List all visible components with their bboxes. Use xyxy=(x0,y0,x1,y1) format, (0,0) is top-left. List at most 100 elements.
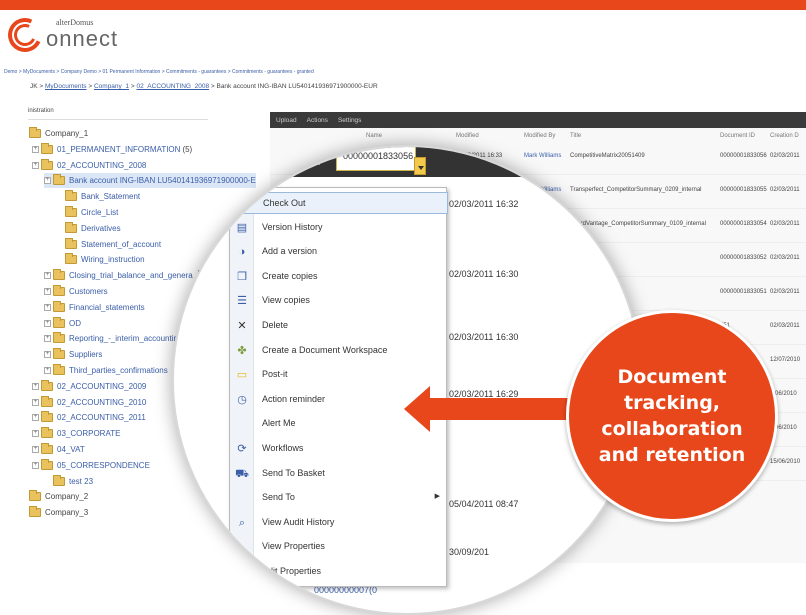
breadcrumb-accounting[interactable]: 02_ACCOUNTING_2008 xyxy=(136,83,209,90)
breadcrumb-company[interactable]: Company_1 xyxy=(94,83,129,90)
expand-icon[interactable]: + xyxy=(32,398,39,406)
tree-item[interactable]: Circle_List xyxy=(65,205,118,220)
expand-icon[interactable]: + xyxy=(44,351,51,359)
tree-item[interactable]: Company_3 xyxy=(29,505,88,520)
tree-item[interactable]: + Reporting_-_interim_accounting_ xyxy=(44,331,187,346)
menu-item-label: View Audit History xyxy=(262,516,335,527)
col-document-id[interactable]: Document ID xyxy=(720,133,755,139)
breadcrumb-mydocuments[interactable]: MyDocuments xyxy=(45,83,87,90)
tree-item-label: 03_CORPORATE xyxy=(57,429,121,439)
folder-icon xyxy=(41,395,53,407)
tree-item[interactable]: +05_CORRESPONDENCE xyxy=(32,458,150,473)
col-modified-by[interactable]: Modified By xyxy=(524,133,555,139)
tree-item[interactable]: +02_ACCOUNTING_2008 xyxy=(32,158,146,173)
menu-item-workflows[interactable]: ⟳ Workflows xyxy=(230,438,448,460)
folder-icon xyxy=(29,506,41,518)
cell-created: 02/03/2011 xyxy=(770,323,800,329)
view-copies-icon: ☰ xyxy=(237,295,247,308)
lens-date: 02/03/2011 16:30 xyxy=(449,332,519,342)
settings-button[interactable]: Settings xyxy=(338,117,362,124)
tree-item[interactable]: test 23 xyxy=(53,474,93,489)
tree-item-label: Suppliers xyxy=(69,350,103,360)
tree-item[interactable]: + Suppliers xyxy=(44,347,102,362)
menu-item-view-properties[interactable]: View Properties xyxy=(230,536,448,558)
expand-icon[interactable]: + xyxy=(32,161,39,169)
menu-item-edit-properties[interactable]: ✎ Edit Properties xyxy=(230,561,448,583)
col-modified[interactable]: Modified xyxy=(456,133,479,139)
menu-item-add-a-version[interactable]: ◑ Add a version xyxy=(230,241,448,263)
menu-item-label: Action reminder xyxy=(262,393,326,404)
item-menu-dropdown-button[interactable] xyxy=(414,157,426,175)
menu-item-check-out[interactable]: ⇲ Check Out xyxy=(230,192,448,214)
menu-item-create-copies[interactable]: ❐ Create copies xyxy=(230,266,448,288)
tree-item[interactable]: Company_2 xyxy=(29,489,88,504)
cell-docid: 00000001833054 xyxy=(720,221,767,227)
folder-tree: inistration Company_1 +01_PERMANENT_INFOR… xyxy=(20,108,270,518)
tree-item[interactable]: +02_ACCOUNTING_2011 xyxy=(32,410,146,425)
upload-button[interactable]: Upload xyxy=(276,117,297,124)
menu-item-view-copies[interactable]: ☰ View copies xyxy=(230,290,448,312)
expand-icon[interactable]: + xyxy=(44,335,51,343)
col-title[interactable]: Title xyxy=(570,133,581,139)
col-creation[interactable]: Creation D xyxy=(770,133,799,139)
cell-created: 12/07/2010 xyxy=(770,357,801,363)
submenu-arrow-icon: ▶ xyxy=(434,493,440,501)
selected-document-id[interactable]: 00000001833056 xyxy=(336,147,416,171)
tree-item-label: Wiring_instruction xyxy=(81,255,145,265)
tree-item[interactable]: + Customers xyxy=(44,284,108,299)
tree-item[interactable]: +01_PERMANENT_INFORMATION(5) xyxy=(32,142,192,157)
tree-item[interactable]: +04_VAT xyxy=(32,442,85,457)
expand-icon[interactable]: + xyxy=(44,177,51,185)
menu-item-label: Version History xyxy=(262,221,323,232)
expand-icon[interactable]: + xyxy=(32,145,39,153)
top-accent-bar xyxy=(0,0,806,10)
menu-item-post-it[interactable]: ▭ Post-it xyxy=(230,364,448,386)
tree-item[interactable]: Statement_of_account xyxy=(65,237,161,252)
expand-icon[interactable]: + xyxy=(32,382,39,390)
folder-icon xyxy=(41,427,53,439)
expand-icon[interactable]: + xyxy=(32,414,39,422)
menu-item-create-a-document-workspace[interactable]: ✤ Create a Document Workspace xyxy=(230,340,448,362)
callout-arrow-shaft xyxy=(428,398,578,420)
tree-item[interactable]: Wiring_instruction xyxy=(65,252,145,267)
tree-item[interactable]: + Third_parties_confirmations xyxy=(44,363,168,378)
breadcrumb-top[interactable]: Demo > MyDocuments > Company Demo > 01 P… xyxy=(4,69,314,75)
basket-icon: ⛟ xyxy=(235,467,249,480)
tree-item[interactable]: +03_CORPORATE xyxy=(32,426,120,441)
expand-icon[interactable]: + xyxy=(44,367,51,374)
expand-icon[interactable]: + xyxy=(32,446,39,453)
menu-item-send-to[interactable]: Send To ▶ xyxy=(230,487,448,509)
tree-item[interactable]: + Financial_statements xyxy=(44,300,145,315)
actions-button[interactable]: Actions xyxy=(307,117,328,124)
expand-icon[interactable]: + xyxy=(44,303,51,311)
tree-item-label: test 23 xyxy=(69,476,94,486)
expand-icon[interactable]: + xyxy=(32,461,39,469)
tree-item[interactable]: + Closing_trial_balance_and_genera xyxy=(44,268,193,283)
expand-icon[interactable]: + xyxy=(44,272,51,280)
folder-icon xyxy=(29,490,41,502)
tree-item-label: Derivatives xyxy=(81,223,121,233)
expand-icon[interactable]: + xyxy=(32,430,39,438)
tree-item[interactable]: Bank_Statement xyxy=(65,189,140,204)
tree-item[interactable]: Company_1 xyxy=(29,126,88,141)
tree-item-label: Reporting_-_interim_accounting_ xyxy=(69,334,187,344)
cell-docid: 00000001833055 xyxy=(720,187,767,193)
tree-item[interactable]: + OD xyxy=(44,316,81,331)
menu-item-view-audit-history[interactable]: ⌕ View Audit History xyxy=(230,512,448,534)
cell-created: 02/03/2011 xyxy=(770,289,800,295)
menu-item-delete[interactable]: ✕ Delete xyxy=(230,315,448,337)
tree-item[interactable]: Derivatives xyxy=(65,221,121,236)
expand-icon[interactable]: + xyxy=(44,288,51,295)
grid-header: Name Modified Modified By Title Document… xyxy=(270,130,806,144)
expand-icon[interactable]: + xyxy=(44,319,51,327)
menu-item-version-history[interactable]: ▤ Version History xyxy=(230,217,448,239)
menu-item-send-to-basket[interactable]: ⛟ Send To Basket xyxy=(230,463,448,485)
callout-arrow-icon xyxy=(404,386,430,432)
col-name[interactable]: Name xyxy=(366,133,382,139)
folder-icon xyxy=(53,474,65,486)
tree-item[interactable]: +02_ACCOUNTING_2010 xyxy=(32,395,146,410)
tree-item[interactable]: +02_ACCOUNTING_2009 xyxy=(32,379,146,394)
tree-item-label: Customers xyxy=(69,287,108,296)
feature-callout: Document tracking, collaboration and ret… xyxy=(566,310,778,522)
folder-icon xyxy=(53,348,65,360)
